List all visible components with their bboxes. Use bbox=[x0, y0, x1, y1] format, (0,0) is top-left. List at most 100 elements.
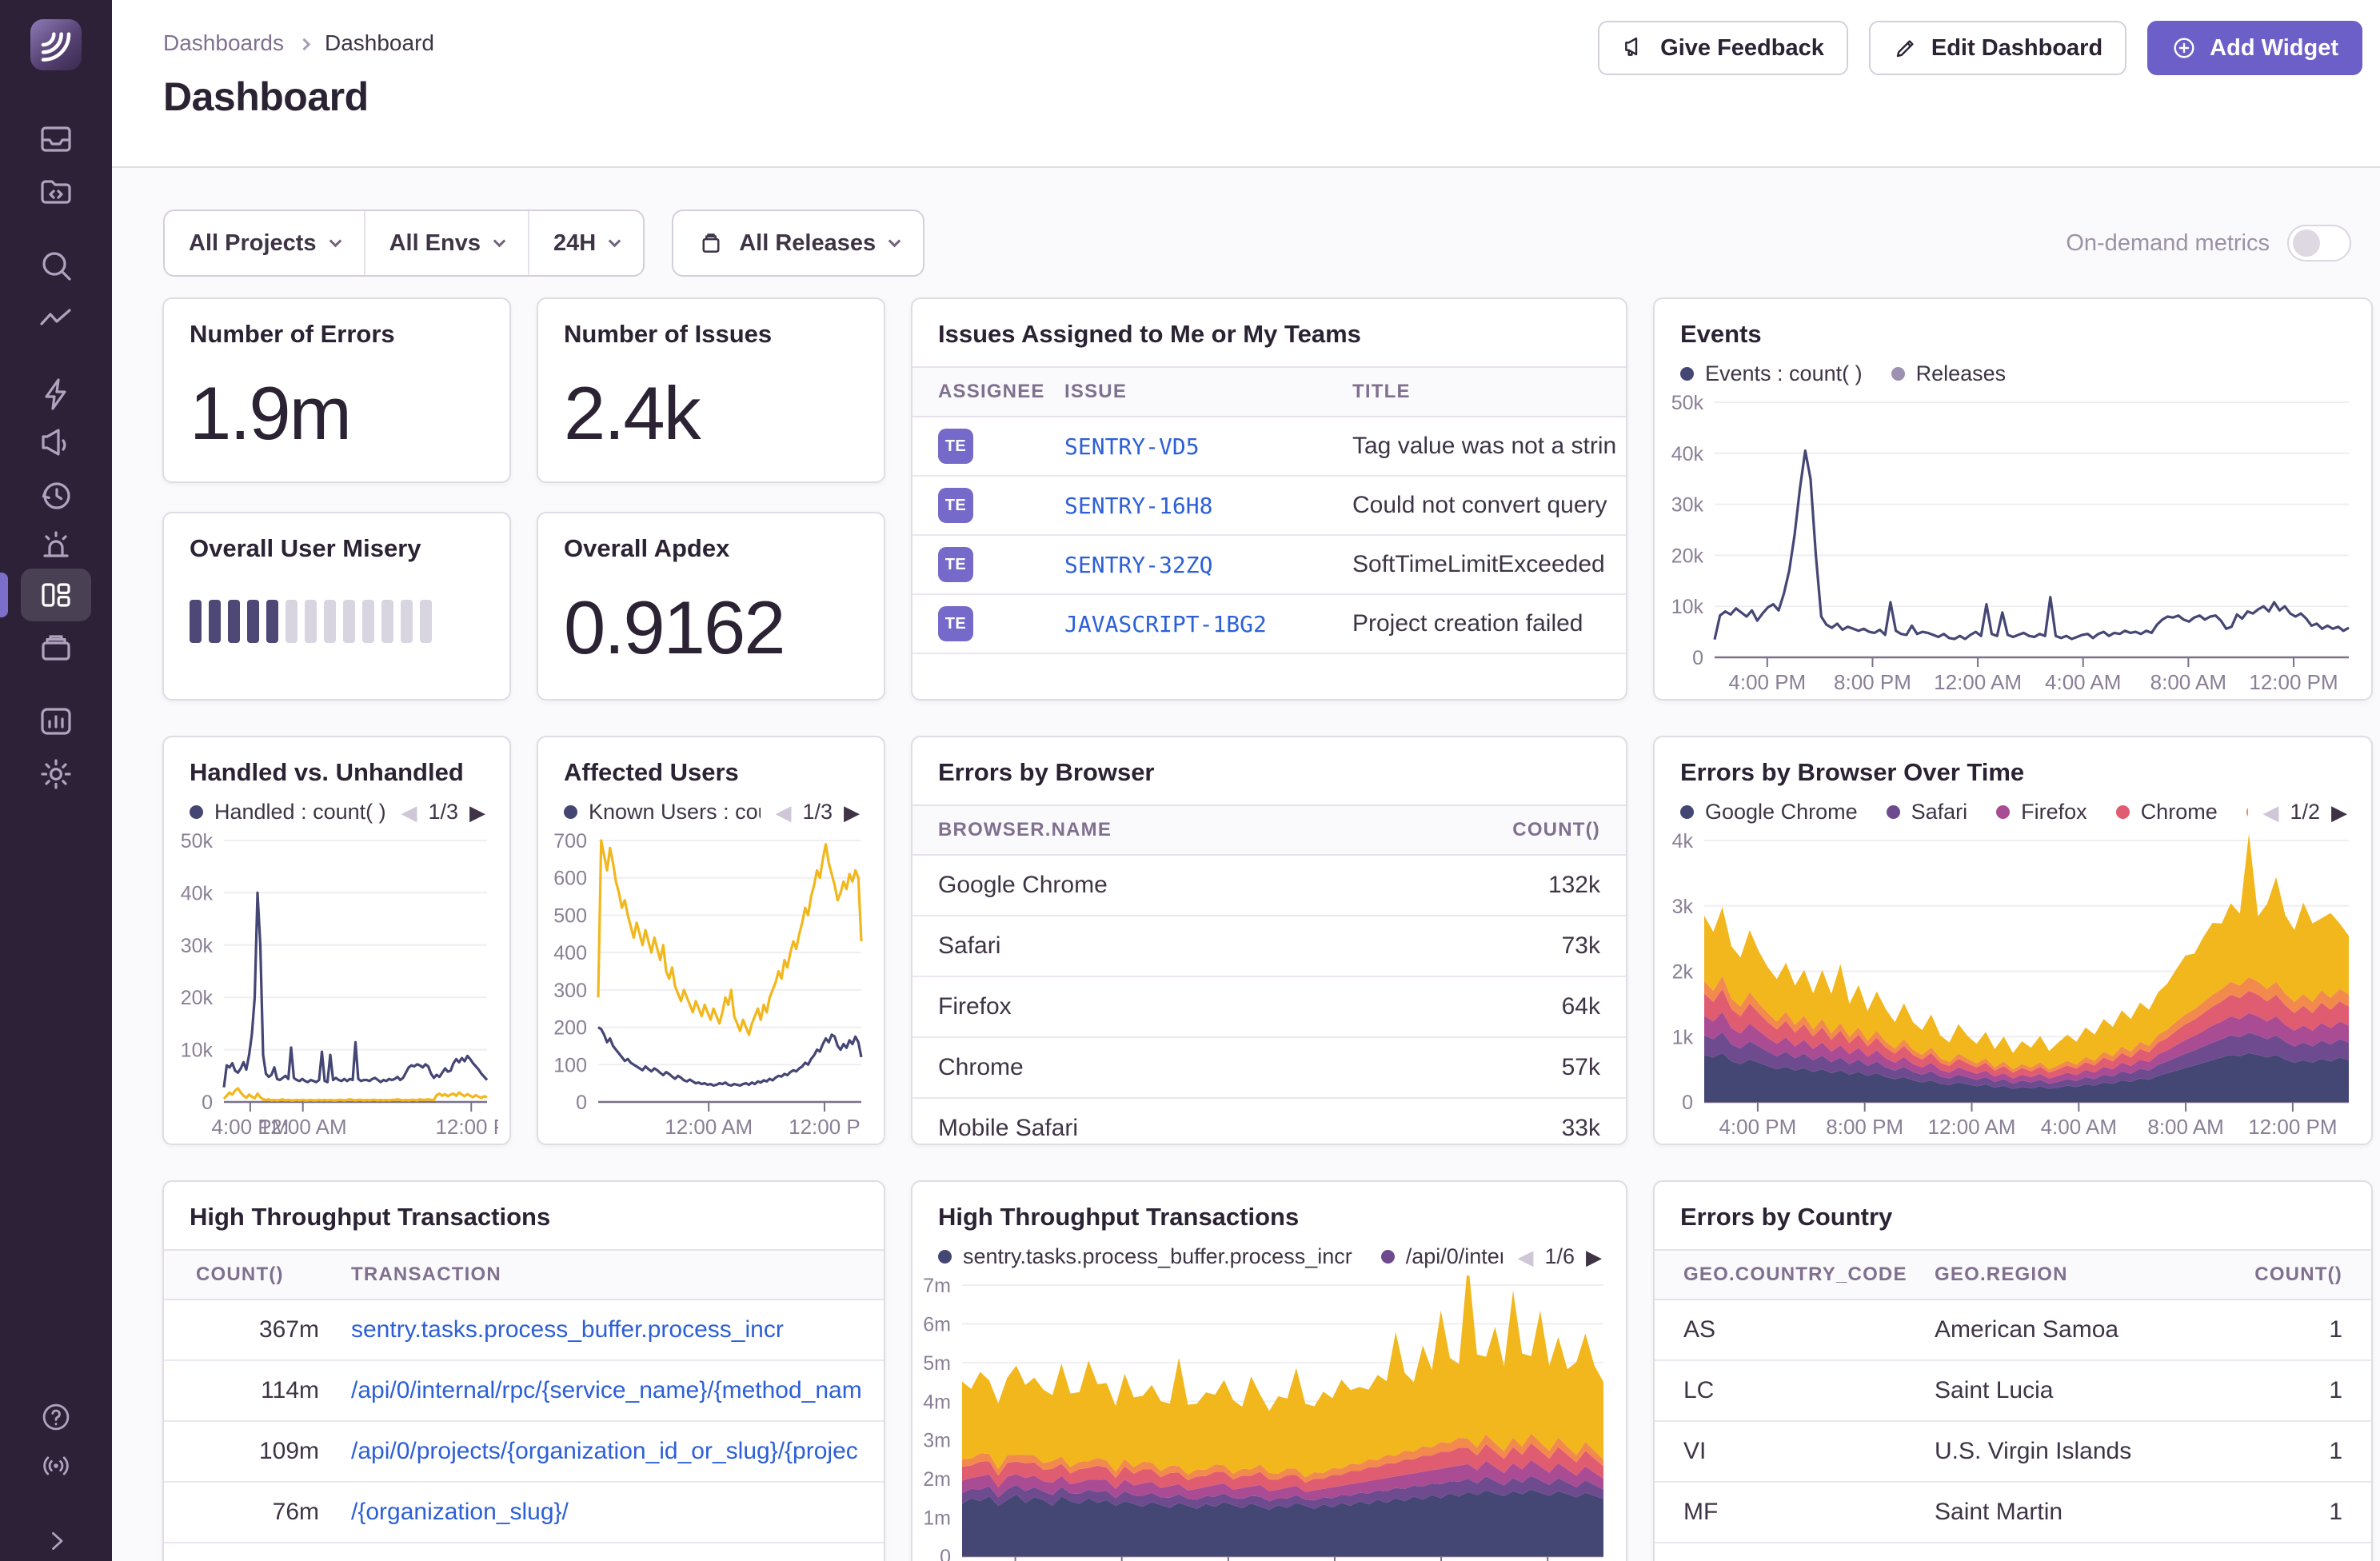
column-header[interactable]: BROWSER.NAME bbox=[912, 819, 1482, 841]
legend-item[interactable]: Mobile S bbox=[2246, 800, 2249, 824]
sidebar-item-settings-icon[interactable] bbox=[37, 755, 75, 793]
issue-link[interactable]: SENTRY-16H8 bbox=[1064, 493, 1352, 519]
sidebar-item-search-icon[interactable] bbox=[37, 246, 75, 285]
events-line-chart[interactable]: 010k20k30k40k50k4:00 PM8:00 PM12:00 AM4:… bbox=[1663, 393, 2360, 694]
legend-item[interactable]: Safari bbox=[1887, 800, 1968, 824]
table-row: MFSaint Martin1 bbox=[1655, 1483, 2371, 1543]
table-row: Mobile Safari33k bbox=[912, 1099, 1626, 1145]
sidebar-collapse-icon[interactable] bbox=[39, 1524, 73, 1558]
assignee-avatar[interactable]: TE bbox=[938, 547, 973, 582]
column-header[interactable]: COUNT() bbox=[2251, 1264, 2371, 1286]
sidebar-item-lightning-icon[interactable] bbox=[37, 375, 75, 413]
legend-dot-icon bbox=[1680, 805, 1694, 819]
transaction-link[interactable]: /api/0/internal/rpc/{service_name}/{meth… bbox=[340, 1377, 884, 1404]
date-range-filter[interactable]: 24H bbox=[528, 211, 643, 275]
column-header[interactable]: GEO.REGION bbox=[1935, 1264, 2251, 1286]
sidebar-item-issues-icon[interactable] bbox=[37, 120, 75, 158]
legend-item[interactable]: sentry.tasks.process_buffer.process_incr bbox=[938, 1244, 1352, 1269]
legend-item[interactable]: Chrome bbox=[2116, 800, 2218, 824]
throughput-stacked-area-chart[interactable]: 01m2m3m4m5m6m7m4:00 PM8:00 PM12:00 AM4:0… bbox=[920, 1276, 1615, 1561]
widget-title: Errors by Country bbox=[1655, 1182, 2371, 1232]
browser-name: Safari bbox=[912, 932, 1482, 960]
releases-filter[interactable]: All Releases bbox=[672, 210, 924, 277]
top-bar: Dashboards Dashboard Dashboard Give Feed… bbox=[112, 0, 2380, 168]
column-header[interactable]: ISSUE bbox=[1064, 381, 1352, 403]
svg-text:4m: 4m bbox=[923, 1391, 951, 1413]
column-header[interactable]: TITLE bbox=[1352, 381, 1626, 403]
column-header[interactable]: ASSIGNEE bbox=[912, 381, 1064, 403]
region-name: Saint Lucia bbox=[1935, 1377, 2251, 1404]
count-value: 1 bbox=[2251, 1499, 2371, 1526]
issue-link[interactable]: SENTRY-32ZQ bbox=[1064, 552, 1352, 578]
legend-item[interactable]: Handled : count( ) bbox=[190, 800, 386, 824]
legend-next-icon[interactable]: ▶ bbox=[469, 802, 485, 823]
sidebar-item-megaphone-icon[interactable] bbox=[37, 425, 75, 464]
misery-bar bbox=[190, 600, 202, 643]
legend-next-icon[interactable]: ▶ bbox=[1586, 1247, 1602, 1268]
legend-item[interactable]: Releases bbox=[1891, 361, 2007, 386]
issue-link[interactable]: JAVASCRIPT-1BG2 bbox=[1064, 611, 1352, 637]
svg-text:300: 300 bbox=[553, 980, 587, 1002]
count-value: 367m bbox=[164, 1316, 340, 1343]
legend-next-icon[interactable]: ▶ bbox=[2331, 802, 2347, 823]
issue-title: Project creation failed bbox=[1352, 610, 1626, 637]
country-code: MF bbox=[1655, 1499, 1935, 1526]
sidebar-item-alerts-icon[interactable] bbox=[37, 526, 75, 565]
legend-prev-icon[interactable]: ◀ bbox=[775, 802, 791, 823]
edit-dashboard-button[interactable]: Edit Dashboard bbox=[1869, 21, 2126, 75]
sidebar-item-projects-icon[interactable] bbox=[37, 173, 75, 211]
table-header: COUNT()TRANSACTION bbox=[164, 1249, 884, 1300]
widget-title: Overall Apdex bbox=[538, 513, 884, 563]
svg-text:12:00 P: 12:00 P bbox=[789, 1115, 861, 1139]
table-row: 76m/{organization_slug}/ bbox=[164, 1483, 884, 1543]
affected-users-line-chart[interactable]: 010020030040050060070012:00 AM12:00 P bbox=[546, 831, 873, 1139]
legend-item[interactable]: /api/0/internal/r bbox=[1381, 1244, 1503, 1269]
project-filter[interactable]: All Projects bbox=[165, 211, 364, 275]
issue-link[interactable]: SENTRY-VD5 bbox=[1064, 433, 1352, 460]
misery-bar bbox=[324, 600, 336, 643]
transaction-link[interactable]: /{organization_slug}/ bbox=[340, 1499, 884, 1526]
svg-text:4:00 PM: 4:00 PM bbox=[1728, 670, 1806, 694]
legend-item[interactable]: Firefox bbox=[1996, 800, 2087, 824]
column-header[interactable]: GEO.COUNTRY_CODE bbox=[1655, 1264, 1935, 1286]
column-header[interactable]: COUNT() bbox=[164, 1264, 340, 1286]
sentry-logo-icon[interactable] bbox=[30, 19, 82, 70]
sidebar-item-dashboards-icon[interactable] bbox=[37, 576, 75, 614]
give-feedback-button[interactable]: Give Feedback bbox=[1598, 21, 1848, 75]
ondemand-metrics-toggle[interactable] bbox=[2287, 225, 2351, 261]
legend-prev-icon[interactable]: ◀ bbox=[2262, 802, 2278, 823]
sidebar-item-replay-icon[interactable] bbox=[37, 477, 75, 515]
legend-item[interactable]: Known Users : cour bbox=[564, 800, 761, 824]
sidebar-item-stats-icon[interactable] bbox=[37, 702, 75, 741]
svg-text:10k: 10k bbox=[1671, 596, 1704, 618]
transaction-link[interactable]: /api/0/projects/{organization_id_or_slug… bbox=[340, 1438, 884, 1465]
misery-bar bbox=[420, 600, 432, 643]
legend-prev-icon[interactable]: ◀ bbox=[401, 802, 417, 823]
count-value: 109m bbox=[164, 1438, 340, 1465]
handled-line-chart[interactable]: 010k20k30k40k50k4:00 PM12:00 AM12:00 P bbox=[172, 831, 498, 1139]
breadcrumb-dashboards[interactable]: Dashboards bbox=[163, 30, 284, 56]
legend-prev-icon[interactable]: ◀ bbox=[1517, 1247, 1533, 1268]
transaction-link[interactable]: sentry.tasks.process_buffer.process_incr bbox=[340, 1316, 884, 1343]
sidebar-broadcast-icon[interactable] bbox=[39, 1449, 73, 1483]
legend-item[interactable]: Google Chrome bbox=[1680, 800, 1858, 824]
assignee-avatar[interactable]: TE bbox=[938, 606, 973, 641]
widget-errors-by-browser: Errors by Browser BROWSER.NAMECOUNT()Goo… bbox=[911, 736, 1627, 1145]
svg-text:4k: 4k bbox=[1672, 831, 1694, 852]
widget-title: Number of Issues bbox=[538, 299, 884, 349]
browser-stacked-area-chart[interactable]: 01k2k3k4k4:00 PM8:00 PM12:00 AM4:00 AM8:… bbox=[1663, 831, 2360, 1139]
svg-text:0: 0 bbox=[576, 1092, 587, 1114]
environment-filter[interactable]: All Envs bbox=[364, 211, 528, 275]
legend-next-icon[interactable]: ▶ bbox=[844, 802, 860, 823]
sidebar-help-icon[interactable] bbox=[39, 1400, 73, 1434]
sidebar-item-performance-icon[interactable] bbox=[37, 299, 75, 337]
add-widget-button[interactable]: Add Widget bbox=[2147, 21, 2362, 75]
column-header[interactable]: TRANSACTION bbox=[340, 1264, 884, 1286]
column-header[interactable]: COUNT() bbox=[1482, 819, 1626, 841]
legend-item[interactable]: Events : count( ) bbox=[1680, 361, 1863, 386]
assignee-avatar[interactable]: TE bbox=[938, 429, 973, 464]
svg-text:6m: 6m bbox=[923, 1313, 951, 1335]
sidebar-item-releases-icon[interactable] bbox=[37, 629, 75, 667]
chevron-down-icon bbox=[889, 234, 901, 247]
assignee-avatar[interactable]: TE bbox=[938, 488, 973, 523]
